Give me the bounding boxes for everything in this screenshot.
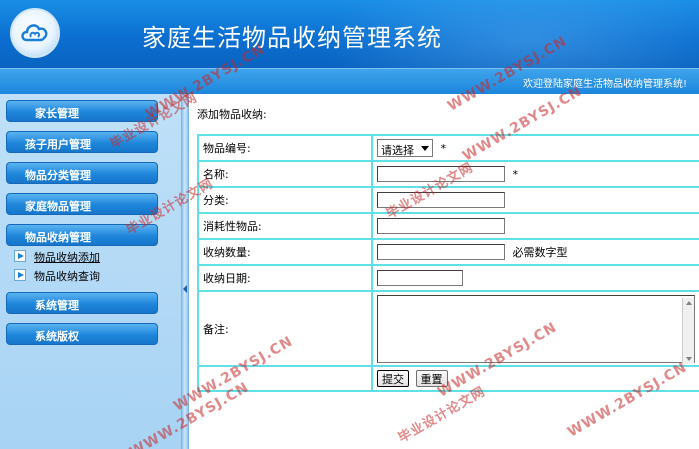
play-arrow-icon <box>14 269 26 281</box>
menu-child-user-management[interactable]: 孩子用户管理 <box>6 131 158 153</box>
storage-date-input[interactable] <box>377 270 463 286</box>
main-content: 添加物品收纳: 物品编号: 请选择 * 名称: * 分类: 消耗性物品: 收纳数… <box>189 94 699 449</box>
menu-label: 家庭物品管理 <box>25 200 91 213</box>
menu-storage-management[interactable]: 物品收纳管理 <box>6 224 158 246</box>
storage-add-form: 物品编号: 请选择 * 名称: * 分类: 消耗性物品: 收纳数量: 必需数字型… <box>197 134 699 392</box>
page-title: 添加物品收纳: <box>197 108 267 121</box>
scroll-down-icon <box>686 356 692 361</box>
form-actions-row: 提交 重置 <box>197 365 699 392</box>
select-value: 请选择 <box>381 144 414 157</box>
field-label: 备注: <box>197 290 373 367</box>
field-label: 物品编号: <box>197 134 373 162</box>
note-textarea[interactable] <box>377 294 695 363</box>
quantity-input[interactable] <box>377 243 505 260</box>
required-mark: * <box>512 168 519 181</box>
note-wrapper <box>377 294 695 364</box>
form-row: 收纳日期: <box>197 264 699 292</box>
field-label: 名称: <box>197 160 373 188</box>
menu-label: 物品分类管理 <box>25 169 91 182</box>
form-row: 备注: <box>197 290 699 367</box>
numeric-hint: 必需数字型 <box>512 246 568 260</box>
welcome-bar: 欢迎登陆家庭生活物品收纳管理系统! <box>0 68 699 94</box>
cloud-logo-icon <box>10 8 60 58</box>
menu-label: 家长管理 <box>35 107 79 120</box>
field-label: 分类: <box>197 186 373 214</box>
textarea-scrollbar[interactable] <box>682 297 694 364</box>
field-label: 消耗性物品: <box>197 212 373 240</box>
menu-label: 系统管理 <box>35 299 79 312</box>
welcome-text: 欢迎登陆家庭生活物品收纳管理系统! <box>522 79 687 90</box>
form-row: 物品编号: 请选择 * <box>197 134 699 162</box>
menu-item-category-management[interactable]: 物品分类管理 <box>6 162 158 184</box>
app-header: 家庭生活物品收纳管理系统 <box>0 0 699 68</box>
scroll-up-icon <box>686 300 692 305</box>
required-mark: * <box>440 141 447 155</box>
menu-system-copyright[interactable]: 系统版权 <box>6 323 158 345</box>
name-input[interactable] <box>377 166 505 182</box>
consumable-input[interactable] <box>377 218 505 234</box>
sidebar-item-label: 物品收纳添加 <box>34 251 100 264</box>
field-label: 收纳日期: <box>197 264 373 292</box>
menu-label: 物品收纳管理 <box>25 231 91 244</box>
menu-label: 系统版权 <box>35 330 79 343</box>
field-label: 收纳数量: <box>197 238 373 266</box>
form-row: 消耗性物品: <box>197 212 699 240</box>
sidebar: 家长管理 孩子用户管理 物品分类管理 家庭物品管理 物品收纳管理 物品收纳添加 … <box>0 94 181 449</box>
menu-parent-management[interactable]: 家长管理 <box>6 100 158 122</box>
sidebar-divider <box>181 94 189 449</box>
sidebar-item-label: 物品收纳查询 <box>34 270 100 283</box>
chevron-down-icon <box>421 146 429 151</box>
menu-system-management[interactable]: 系统管理 <box>6 292 158 314</box>
submit-button[interactable]: 提交 <box>377 370 409 387</box>
menu-household-item-management[interactable]: 家庭物品管理 <box>6 193 158 215</box>
app-title: 家庭生活物品收纳管理系统 <box>142 24 442 52</box>
item-number-select[interactable]: 请选择 <box>377 139 433 157</box>
form-row: 收纳数量: 必需数字型 <box>197 238 699 266</box>
play-arrow-icon <box>14 250 26 262</box>
category-input[interactable] <box>377 192 505 208</box>
collapse-sidebar-icon[interactable] <box>182 282 188 296</box>
reset-button[interactable]: 重置 <box>415 370 448 387</box>
form-row: 分类: <box>197 186 699 214</box>
form-row: 名称: * <box>197 160 699 188</box>
menu-label: 孩子用户管理 <box>25 138 91 151</box>
